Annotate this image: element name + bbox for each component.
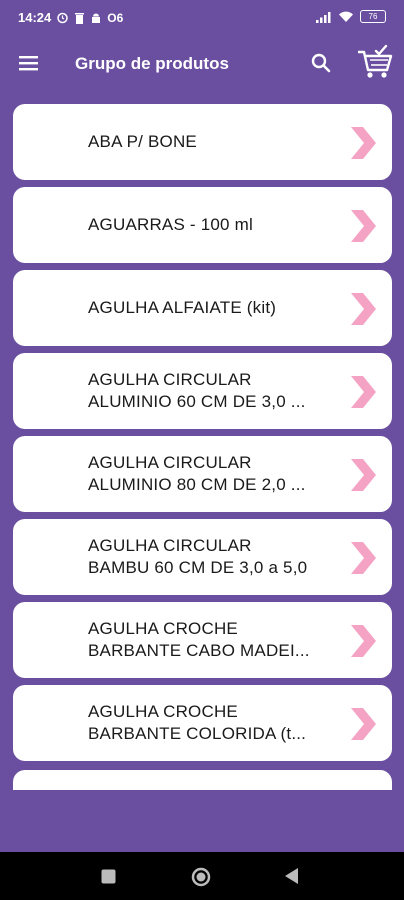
list-item-label: AGULHA ALFAIATE (kit) bbox=[88, 297, 340, 319]
chevron-right-icon bbox=[351, 542, 376, 574]
list-item-label-line: AGULHA CROCHE bbox=[88, 702, 238, 721]
recent-apps-icon[interactable] bbox=[101, 869, 116, 884]
menu-icon[interactable] bbox=[16, 50, 42, 76]
list-item-label-line: ABA P/ BONE bbox=[88, 132, 197, 151]
list-item-label-line: BAMBU 60 CM DE 3,0 a 5,0 bbox=[88, 558, 308, 577]
list-item-label-line: AGULHA CROCHE bbox=[88, 619, 238, 638]
list-item-label-line: BARBANTE COLORIDA (t... bbox=[88, 724, 307, 743]
list-item-label: AGUARRAS - 100 ml bbox=[88, 214, 340, 236]
system-nav-bar bbox=[0, 852, 404, 900]
list-item-label: AGULHA CIRCULAR ALUMINIO 80 CM DE 2,0 ... bbox=[88, 452, 340, 496]
list-item-label-line: AGULHA ALFAIATE (kit) bbox=[88, 298, 277, 317]
list-item-label: AGULHA CROCHE BARBANTE COLORIDA (t... bbox=[88, 701, 340, 745]
chevron-right-icon bbox=[351, 293, 376, 325]
list-item[interactable]: AGUARRAS - 100 ml bbox=[13, 187, 392, 263]
battery-indicator: 76 bbox=[360, 10, 386, 23]
cart-icon[interactable] bbox=[356, 44, 394, 82]
list-item-label-line: AGULHA CIRCULAR bbox=[88, 370, 252, 389]
list-item[interactable]: ABA P/ BONE bbox=[13, 104, 392, 180]
chevron-right-icon bbox=[351, 625, 376, 657]
status-right: 76 bbox=[316, 10, 386, 23]
chevron-right-icon bbox=[351, 210, 376, 242]
signal-icon bbox=[316, 11, 331, 23]
list-item-label-line: AGUARRAS - 100 ml bbox=[88, 215, 253, 234]
back-icon[interactable] bbox=[283, 867, 301, 885]
chevron-right-icon bbox=[351, 459, 376, 491]
status-time: 14:24 bbox=[18, 10, 52, 25]
list-item-label: AGULHA CIRCULAR ALUMINIO 60 CM DE 3,0 ... bbox=[88, 369, 340, 413]
list-item-label: AGULHA CIRCULAR BAMBU 60 CM DE 3,0 a 5,0 bbox=[88, 535, 340, 579]
list-item[interactable]: AGULHA CIRCULAR ALUMINIO 60 CM DE 3,0 ... bbox=[13, 353, 392, 429]
android-icon bbox=[92, 13, 101, 23]
list-item-label-line: BARBANTE CABO MADEI... bbox=[88, 641, 310, 660]
list-item-partial[interactable] bbox=[13, 770, 392, 790]
chevron-right-icon bbox=[351, 376, 376, 408]
wifi-icon bbox=[339, 11, 353, 22]
chevron-right-icon bbox=[351, 127, 376, 159]
home-icon[interactable] bbox=[191, 867, 211, 887]
list-item[interactable]: AGULHA CIRCULAR ALUMINIO 80 CM DE 2,0 ... bbox=[13, 436, 392, 512]
network-label: O6 bbox=[107, 10, 124, 25]
list-item[interactable]: AGULHA CROCHE BARBANTE COLORIDA (t... bbox=[13, 685, 392, 761]
list-item-label: AGULHA CROCHE BARBANTE CABO MADEI... bbox=[88, 618, 340, 662]
app-bar: Grupo de produtos bbox=[0, 36, 404, 92]
status-bar: 14:24 O6 76 bbox=[0, 0, 404, 36]
list-item-label-line: ALUMINIO 60 CM DE 3,0 ... bbox=[88, 392, 306, 411]
page-title: Grupo de produtos bbox=[75, 54, 229, 73]
search-icon[interactable] bbox=[308, 50, 334, 76]
status-left: 14:24 O6 bbox=[18, 10, 123, 25]
list-item-label: ABA P/ BONE bbox=[88, 131, 340, 153]
list-item-label-line: AGULHA CIRCULAR bbox=[88, 453, 252, 472]
list-item[interactable]: AGULHA CIRCULAR BAMBU 60 CM DE 3,0 a 5,0 bbox=[13, 519, 392, 595]
list-item-label-line: AGULHA CIRCULAR bbox=[88, 536, 252, 555]
list-item[interactable]: AGULHA ALFAIATE (kit) bbox=[13, 270, 392, 346]
list-item-label-line: ALUMINIO 80 CM DE 2,0 ... bbox=[88, 475, 306, 494]
alarm-icon bbox=[57, 12, 68, 24]
trash-icon bbox=[75, 12, 85, 24]
product-group-list: ABA P/ BONE AGUARRAS - 100 ml AGULHA ALFAI… bbox=[13, 104, 392, 768]
chevron-right-icon bbox=[351, 708, 376, 740]
list-item[interactable]: AGULHA CROCHE BARBANTE CABO MADEI... bbox=[13, 602, 392, 678]
